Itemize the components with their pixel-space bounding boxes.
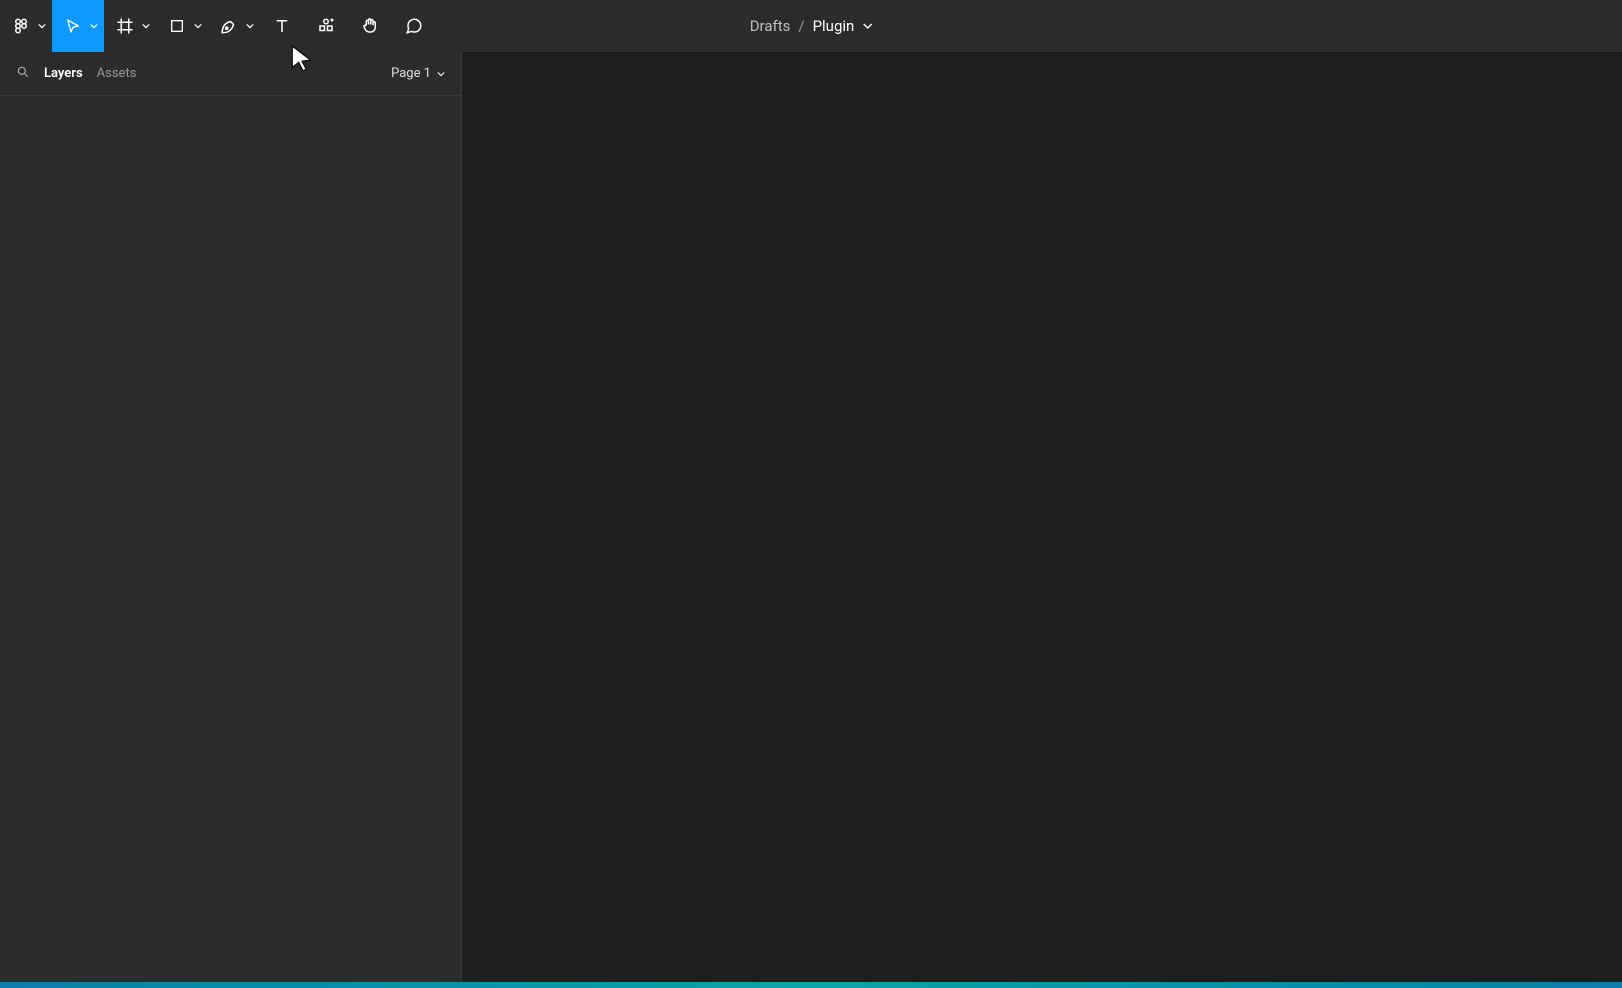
shape-tool-button[interactable] (156, 0, 208, 52)
chevron-down-icon (38, 22, 46, 30)
layers-panel-body (0, 96, 461, 988)
pen-tool-button[interactable] (208, 0, 260, 52)
chevron-down-icon[interactable] (862, 17, 872, 35)
comment-tool-button[interactable] (392, 0, 436, 52)
breadcrumb-current[interactable]: Plugin (813, 17, 855, 35)
pen-icon (220, 17, 238, 35)
top-toolbar: Drafts / Plugin (0, 0, 1622, 52)
breadcrumb-separator: / (798, 17, 804, 35)
comment-icon (405, 17, 423, 35)
hand-tool-button[interactable] (348, 0, 392, 52)
canvas-area[interactable] (462, 52, 1622, 988)
resources-tool-button[interactable] (304, 0, 348, 52)
rectangle-icon (169, 18, 185, 34)
tab-assets[interactable]: Assets (97, 66, 137, 81)
figma-logo-icon (12, 17, 30, 35)
page-selector-label: Page 1 (391, 66, 431, 81)
tab-layers[interactable]: Layers (44, 66, 83, 81)
chevron-down-icon (90, 22, 98, 30)
left-sidebar: Layers Assets Page 1 (0, 52, 462, 988)
resources-icon (317, 17, 335, 35)
main-menu-button[interactable] (0, 0, 52, 52)
frame-tool-button[interactable] (104, 0, 156, 52)
chevron-down-icon (246, 22, 254, 30)
move-tool-button[interactable] (52, 0, 104, 52)
chevron-down-icon (437, 70, 445, 78)
move-cursor-icon (65, 18, 81, 34)
search-icon[interactable] (16, 65, 30, 83)
breadcrumb: Drafts / Plugin (750, 17, 873, 35)
breadcrumb-parent[interactable]: Drafts (750, 17, 791, 35)
bottom-progress-bar (0, 982, 1622, 988)
chevron-down-icon (194, 22, 202, 30)
sidebar-tabs-row: Layers Assets Page 1 (0, 52, 461, 96)
page-selector[interactable]: Page 1 (391, 66, 445, 81)
hand-icon (361, 17, 379, 35)
chevron-down-icon (142, 22, 150, 30)
text-icon (273, 17, 291, 35)
text-tool-button[interactable] (260, 0, 304, 52)
frame-icon (116, 17, 134, 35)
